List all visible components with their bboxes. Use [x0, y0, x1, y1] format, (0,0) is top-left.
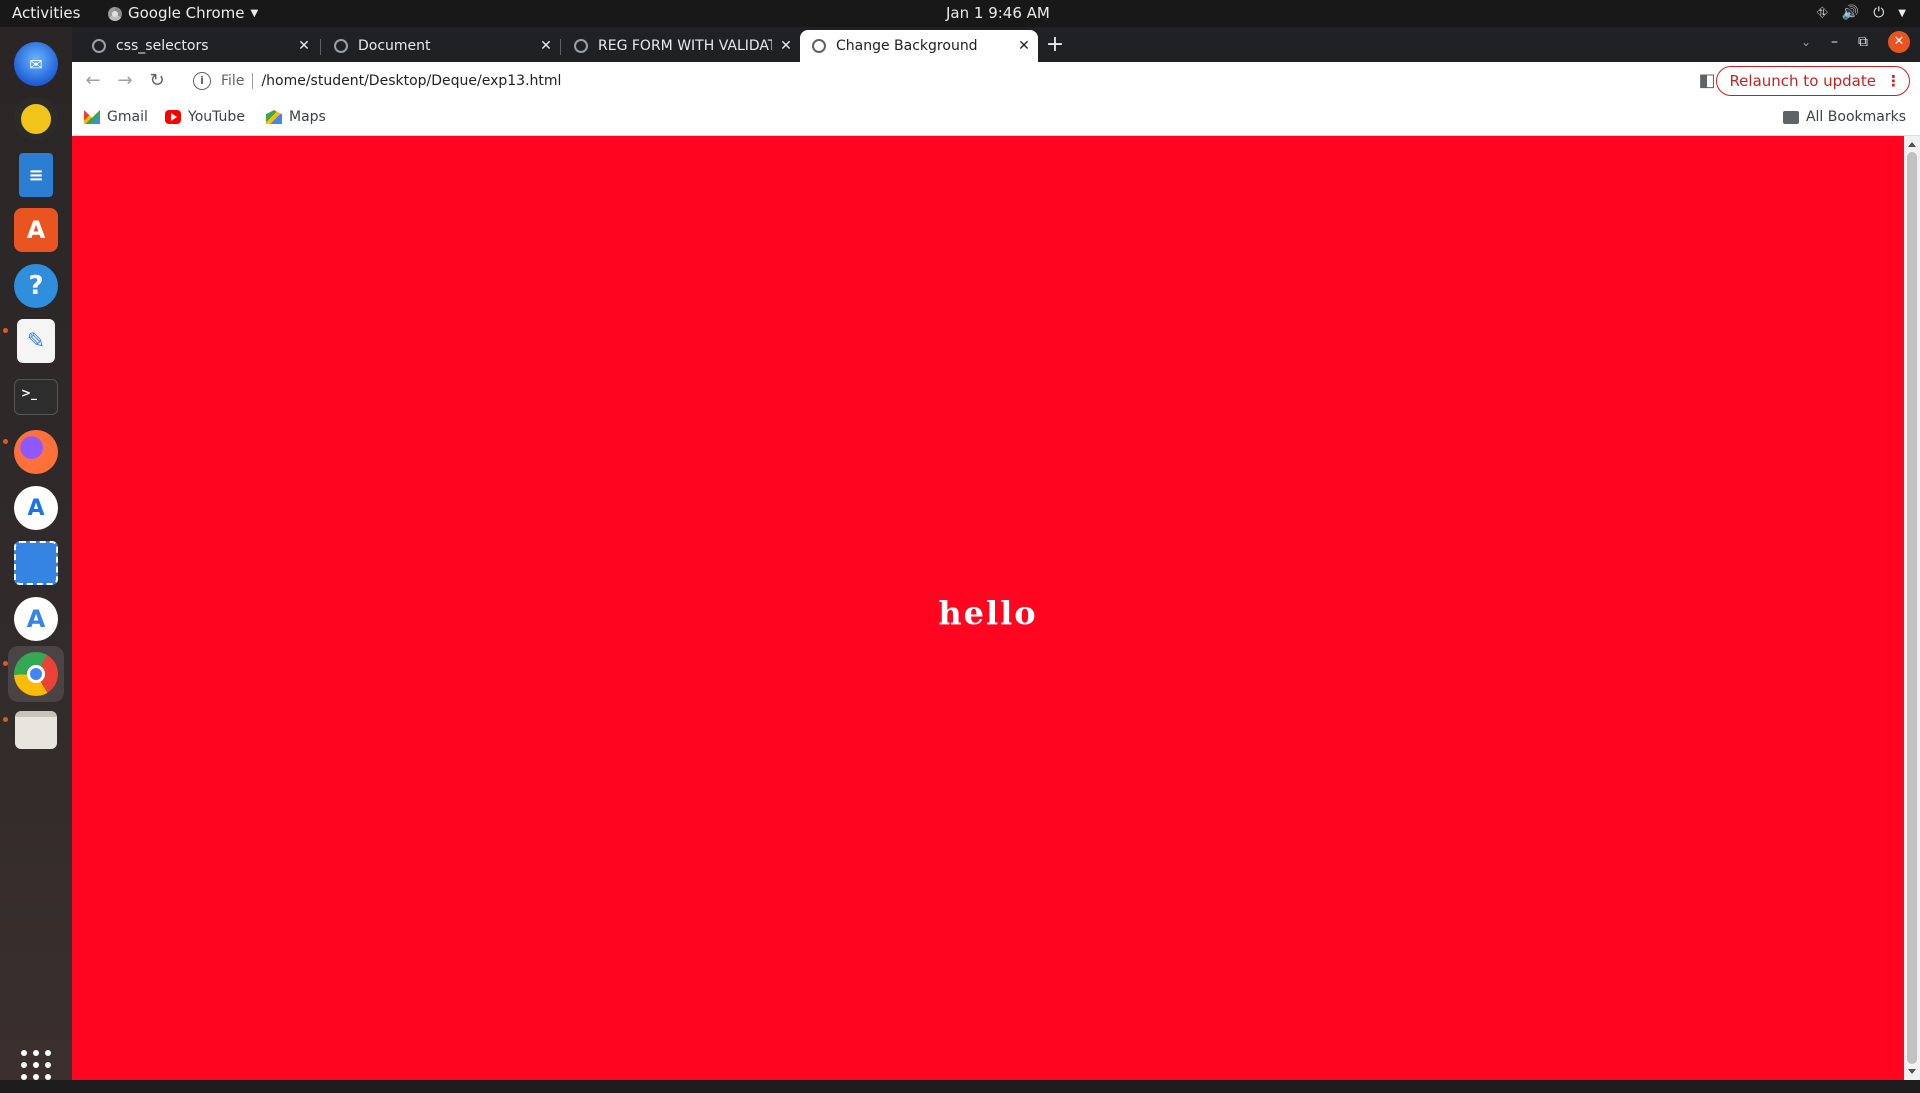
text-editor-icon: ✎ — [17, 319, 55, 363]
globe-icon — [574, 39, 588, 53]
app-center-icon: A — [14, 597, 58, 641]
scroll-thumb[interactable] — [1907, 152, 1917, 1064]
chrome-window: css_selectors ✕ Document ✕ REG FORM WITH… — [72, 27, 1920, 1080]
all-bookmarks-button[interactable]: All Bookmarks — [1782, 100, 1906, 134]
activities-button[interactable]: Activities — [12, 0, 80, 27]
dock-thunderbird[interactable]: ✉ — [8, 36, 64, 92]
close-icon[interactable]: ✕ — [1010, 38, 1038, 54]
power-icon: ⏻ — [1873, 5, 1885, 21]
reload-button[interactable]: ↻ — [142, 66, 172, 96]
dock-chrome[interactable] — [8, 646, 64, 702]
vertical-scrollbar[interactable] — [1904, 136, 1920, 1080]
terminal-icon: >_ — [14, 379, 58, 415]
relaunch-to-update-button[interactable]: Relaunch to update ⋮ — [1716, 66, 1910, 96]
new-tab-button[interactable]: + — [1041, 32, 1069, 60]
tab-search-icon[interactable]: ⌄ — [1801, 35, 1811, 49]
close-icon[interactable]: ✕ — [532, 38, 560, 54]
android-studio-icon: A — [14, 486, 58, 530]
browser-toolbar: ← → ↻ i File /home/student/Desktop/Deque… — [72, 62, 1920, 100]
dock-libreoffice-writer[interactable]: ≡ — [8, 147, 64, 203]
bookmark-gmail[interactable]: Gmail — [84, 100, 148, 134]
libreoffice-writer-icon: ≡ — [19, 153, 53, 197]
scroll-down-icon[interactable] — [1908, 1069, 1916, 1074]
dock-terminal[interactable]: >_ — [8, 369, 64, 425]
info-icon[interactable]: i — [193, 72, 211, 90]
globe-icon — [812, 39, 826, 53]
system-top-bar: Activities Google Chrome ▼ Jan 1 9:46 AM… — [0, 0, 1920, 27]
tab-title: css_selectors — [116, 38, 209, 54]
dock-firefox[interactable] — [8, 424, 64, 480]
tab-separator — [560, 39, 561, 55]
tab-change-background[interactable]: Change Background ✕ — [800, 30, 1038, 62]
thunderbird-icon: ✉ — [14, 42, 58, 86]
tab-title: Change Background — [836, 38, 978, 54]
all-bookmarks-label: All Bookmarks — [1805, 109, 1906, 125]
bookmark-label: Maps — [289, 109, 326, 125]
dock-help[interactable]: ? — [8, 258, 64, 314]
tab-separator — [320, 39, 321, 55]
tab-reg-form[interactable]: REG FORM WITH VALIDAT ✕ — [562, 30, 800, 62]
forward-button[interactable]: → — [110, 66, 140, 96]
dock-app-center[interactable]: A — [8, 591, 64, 647]
close-icon[interactable]: ✕ — [290, 38, 318, 54]
tab-strip: css_selectors ✕ Document ✕ REG FORM WITH… — [72, 27, 1920, 62]
relaunch-label: Relaunch to update — [1729, 72, 1876, 90]
page-heading: hello — [938, 594, 1038, 632]
dock-files[interactable] — [8, 702, 64, 758]
files-icon — [15, 711, 57, 749]
bookmark-maps[interactable]: Maps — [266, 100, 326, 134]
more-menu-icon: ⋮ — [1886, 72, 1901, 90]
tab-document[interactable]: Document ✕ — [322, 30, 560, 62]
url-text[interactable]: /home/student/Desktop/Deque/exp13.html — [261, 73, 561, 89]
gmail-icon — [84, 110, 100, 124]
dock-show-apps[interactable] — [8, 1037, 64, 1093]
page-viewport: hello — [72, 136, 1920, 1080]
volume-icon: 🔊 — [1841, 5, 1860, 21]
clock[interactable]: Jan 1 9:46 AM — [946, 0, 1050, 27]
tab-css-selectors[interactable]: css_selectors ✕ — [80, 30, 318, 62]
ubuntu-software-icon: A — [14, 208, 58, 252]
back-button[interactable]: ← — [78, 66, 108, 96]
network-icon: ⛗ — [1816, 5, 1828, 21]
minimize-button[interactable]: – — [1831, 34, 1838, 50]
chrome-icon — [14, 652, 58, 696]
chrome-icon — [108, 6, 122, 21]
bookmarks-bar: Gmail YouTube Maps All Bookmarks — [72, 100, 1920, 136]
screenshot-icon — [14, 541, 58, 585]
bookmark-label: Gmail — [107, 109, 148, 125]
bookmark-label: YouTube — [188, 109, 245, 125]
dock: ✉ ≡ A ? ✎ >_ A A — [0, 27, 72, 1080]
maps-icon — [266, 110, 282, 124]
dock-rhythmbox[interactable] — [8, 91, 64, 147]
help-icon: ? — [14, 264, 58, 308]
scroll-up-icon[interactable] — [1908, 142, 1916, 147]
tab-title: Document — [358, 38, 431, 54]
globe-icon — [334, 39, 348, 53]
maximize-button[interactable]: ⧉ — [1858, 34, 1868, 50]
folder-icon — [1782, 110, 1799, 124]
dock-ubuntu-software[interactable]: A — [8, 202, 64, 258]
address-bar[interactable]: i File /home/student/Desktop/Deque/exp13… — [181, 65, 1811, 97]
show-apps-icon — [21, 1050, 51, 1080]
tab-title: REG FORM WITH VALIDAT — [598, 38, 772, 54]
youtube-icon — [165, 110, 181, 124]
app-menu[interactable]: Google Chrome ▼ — [108, 0, 258, 27]
dock-text-editor[interactable]: ✎ — [8, 313, 64, 369]
bookmark-youtube[interactable]: YouTube — [165, 100, 245, 134]
dock-screenshot[interactable] — [8, 535, 64, 591]
close-icon[interactable]: ✕ — [772, 38, 800, 54]
caret-down-icon: ▼ — [250, 8, 259, 19]
url-scheme: File — [221, 73, 254, 89]
globe-icon — [92, 39, 106, 53]
firefox-icon — [14, 430, 58, 474]
dock-android-studio[interactable]: A — [8, 480, 64, 536]
app-menu-label: Google Chrome — [128, 4, 245, 22]
tray-menu-caret-icon: ▼ — [1898, 8, 1906, 19]
window-controls: ⌄ – ⧉ ✕ — [1801, 31, 1910, 53]
system-tray[interactable]: ⛗ 🔊 ⏻ ▼ — [1817, 0, 1906, 27]
close-window-button[interactable]: ✕ — [1888, 31, 1910, 53]
rhythmbox-icon — [14, 97, 58, 141]
